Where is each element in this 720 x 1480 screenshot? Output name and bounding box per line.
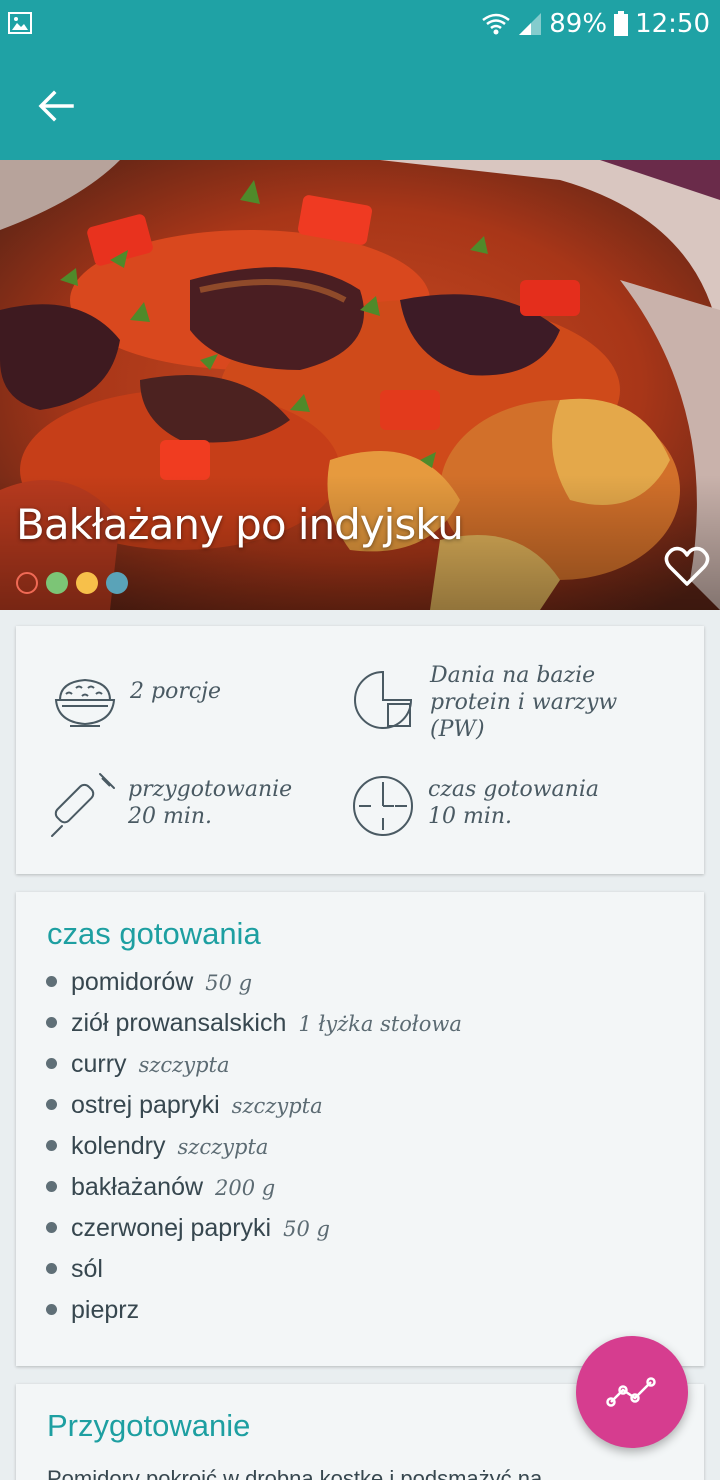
line-chart-icon: [606, 1377, 656, 1407]
clock: 12:50: [635, 9, 710, 39]
category-info: Dania na bazie protein i warzyw (PW): [350, 663, 617, 743]
category-text: Dania na bazie protein i warzyw (PW): [430, 663, 618, 742]
recipe-info-card: 2 porcje Dania na bazie protein i warzyw…: [16, 626, 704, 874]
list-item: sól: [46, 1255, 462, 1296]
ingredients-card: czas gotowania pomidorów 50 g ziół prowan…: [16, 892, 704, 1366]
wifi-icon: [482, 13, 511, 35]
image-pager-dots: [16, 572, 128, 594]
arrow-left-icon: [38, 90, 74, 122]
ingredient-name: pieprz: [71, 1296, 140, 1324]
pie-chart-icon: [354, 670, 413, 729]
list-item: kolendry szczypta: [46, 1132, 462, 1173]
battery-icon: [614, 11, 629, 36]
ingredient-name: ostrej papryki: [71, 1091, 220, 1119]
battery-percent: 89%: [549, 9, 608, 39]
bullet: [46, 1017, 57, 1028]
bullet: [46, 1140, 57, 1151]
ingredient-name: curry: [71, 1050, 127, 1078]
list-item: ziół prowansalskich 1 łyżka stołowa: [46, 1009, 462, 1050]
ingredient-qty: szczypta: [231, 1094, 323, 1118]
list-item: pomidorów 50 g: [46, 968, 462, 1009]
ingredient-name: czerwonej papryki: [71, 1214, 272, 1242]
status-indicators: 89% 12:50: [481, 6, 710, 42]
ingredient-name: kolendry: [71, 1132, 166, 1160]
pager-dot-3: [76, 572, 98, 594]
pager-dot-1: [16, 572, 38, 594]
list-item: pieprz: [46, 1296, 462, 1337]
cook-time-info: czas gotowania 10 min.: [350, 772, 599, 838]
preparation-title: Przygotowanie: [47, 1408, 251, 1443]
preparation-text: Pomidory pokroić w drobną kostkę i podsm…: [47, 1466, 543, 1480]
servings-text: 2 porcje: [130, 679, 221, 704]
cook-time-text: czas gotowania 10 min.: [428, 777, 599, 829]
signal-icon: [519, 13, 542, 35]
pager-dot-2: [46, 572, 68, 594]
rice-bowl-icon: [54, 678, 116, 727]
timer-icon: [353, 776, 413, 836]
ingredient-qty: szczypta: [177, 1135, 269, 1159]
ingredient-qty: 50 g: [283, 1217, 330, 1241]
nutrition-chart-fab[interactable]: [576, 1336, 688, 1448]
bullet: [46, 1181, 57, 1192]
bullet: [46, 1099, 57, 1110]
back-button[interactable]: [28, 78, 84, 134]
servings-info: 2 porcje: [52, 670, 221, 736]
ingredients-title: czas gotowania: [47, 916, 261, 951]
ingredient-qty: 200 g: [215, 1176, 276, 1200]
ingredients-list: pomidorów 50 g ziół prowansalskich 1 łyżka…: [46, 968, 462, 1337]
bullet: [46, 1304, 57, 1315]
list-item: curry szczypta: [46, 1050, 462, 1091]
ingredient-name: ziół prowansalskich: [71, 1009, 287, 1037]
recipe-title: Bakłażany po indyjsku: [16, 500, 464, 549]
bullet: [46, 1058, 57, 1069]
list-item: czerwonej papryki 50 g: [46, 1214, 462, 1255]
ingredient-qty: 1 łyżka stołowa: [298, 1012, 462, 1036]
ingredient-name: pomidorów: [71, 968, 194, 996]
heart-outline-icon: [664, 546, 710, 586]
list-item: ostrej papryki szczypta: [46, 1091, 462, 1132]
ingredient-qty: 50 g: [205, 971, 253, 995]
list-item: bakłażanów 200 g: [46, 1173, 462, 1214]
status-bar: 89% 12:50: [0, 0, 720, 48]
bullet: [46, 976, 57, 987]
gallery-notification-icon: [8, 12, 32, 34]
recipe-hero-image: Bakłażany po indyjsku: [0, 160, 720, 610]
app-bar: [0, 48, 720, 160]
ingredient-name: sól: [71, 1255, 103, 1283]
favorite-button[interactable]: [664, 546, 710, 588]
pager-dot-4: [106, 572, 128, 594]
prep-time-text: przygotowanie 20 min.: [128, 777, 293, 829]
rolling-pin-icon: [51, 773, 115, 837]
ingredient-qty: szczypta: [138, 1053, 230, 1077]
ingredient-name: bakłażanów: [71, 1173, 204, 1201]
bullet: [46, 1222, 57, 1233]
prep-time-info: przygotowanie 20 min.: [50, 772, 292, 838]
bullet: [46, 1263, 57, 1274]
